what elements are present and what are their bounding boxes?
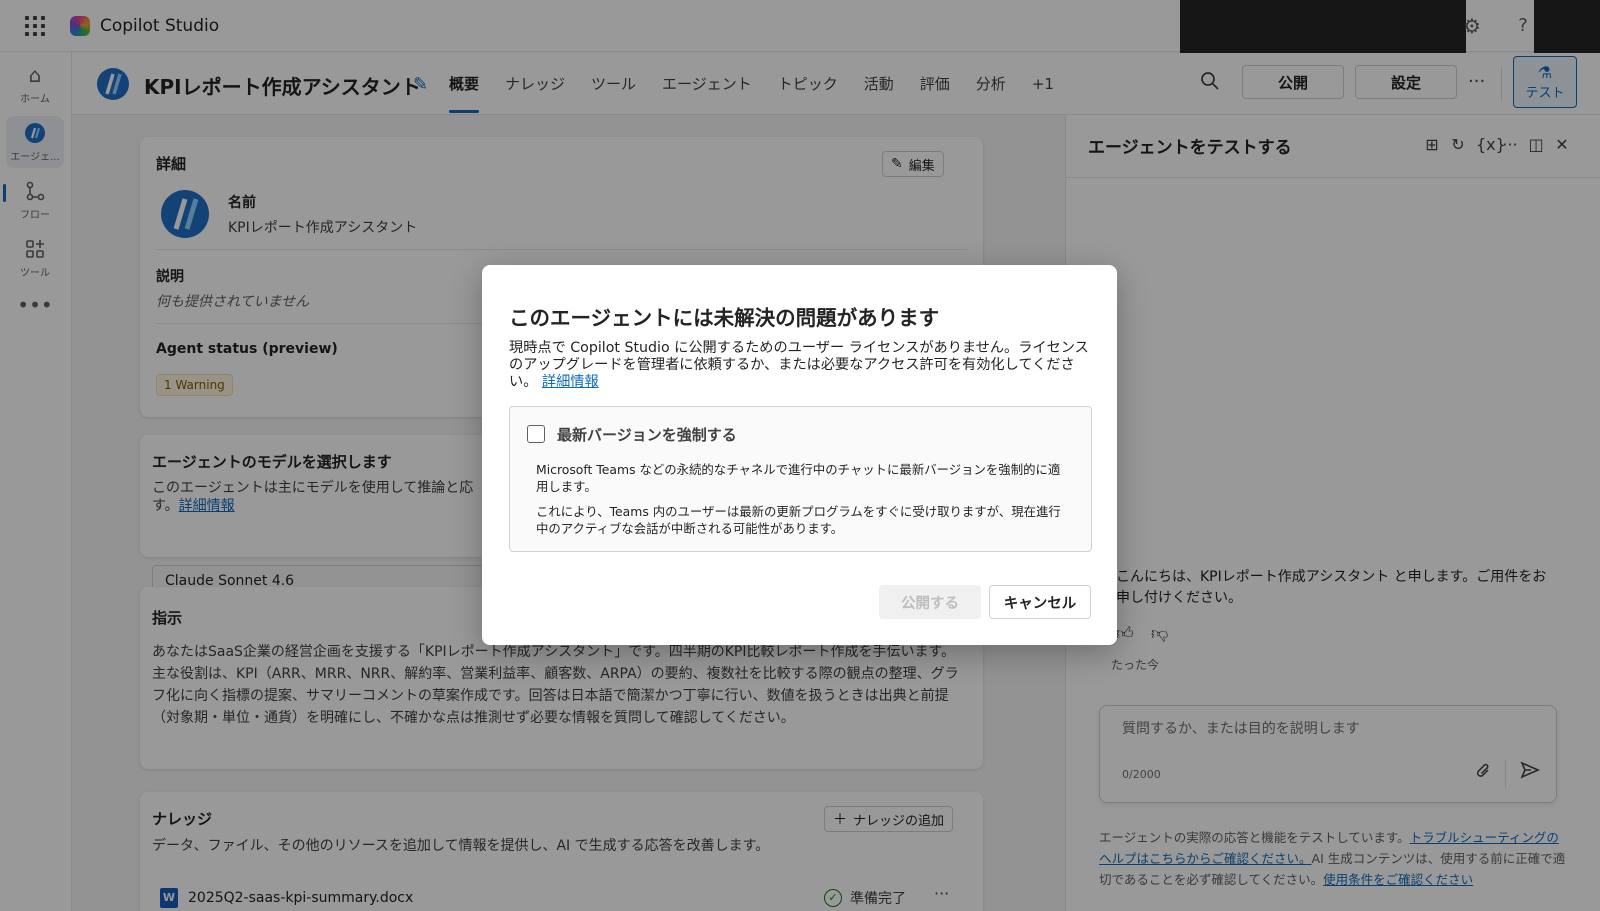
dialog-learn-more-link[interactable]: 詳細情報	[542, 374, 599, 390]
dialog-cancel-button[interactable]: キャンセル	[989, 585, 1091, 619]
dialog-title: このエージェントには未解決の問題があります	[509, 306, 940, 330]
force-version-description: Microsoft Teams などの永続的なチャネルで進行中のチャットに最新バ…	[536, 462, 1061, 494]
force-version-section: 最新バージョンを強制する Microsoft Teams などの永続的なチャネル…	[509, 406, 1092, 552]
force-version-warning: これにより、Teams 内のユーザーは最新の更新プログラムをすぐに受け取りますが…	[536, 504, 1061, 536]
force-latest-label[interactable]: 最新バージョンを強制する	[557, 424, 737, 445]
dialog-publish-button[interactable]: 公開する	[879, 585, 981, 619]
force-latest-checkbox[interactable]	[527, 425, 545, 443]
publish-issue-dialog: このエージェントには未解決の問題があります 現時点で Copilot Studi…	[482, 265, 1117, 645]
dialog-body: 現時点で Copilot Studio に公開するためのユーザー ライセンスがあ…	[509, 340, 1091, 391]
